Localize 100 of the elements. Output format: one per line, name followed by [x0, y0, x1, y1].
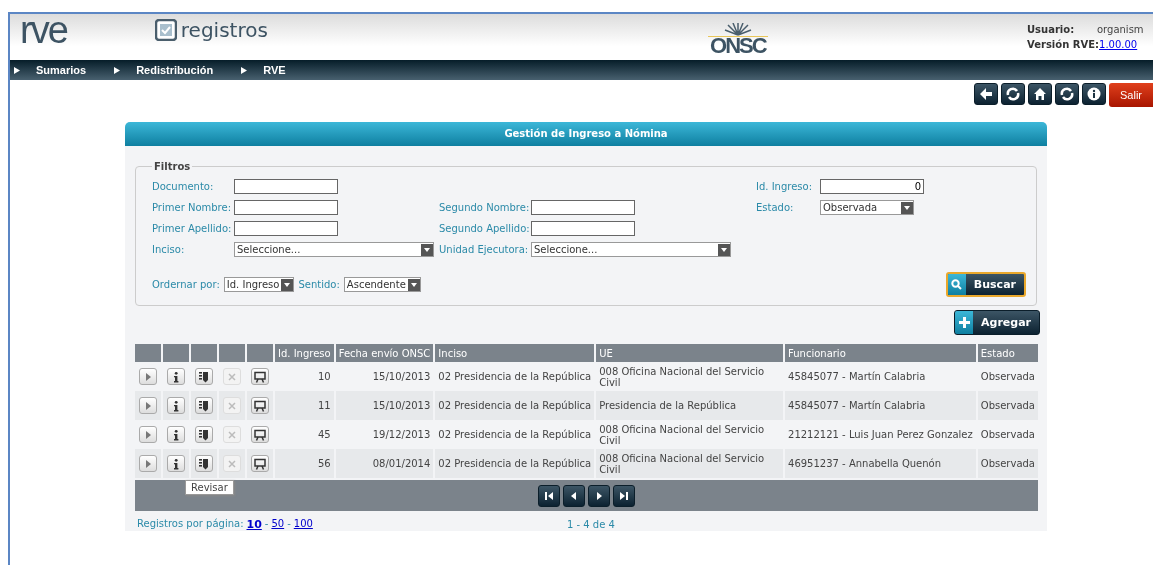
table-cell: 02 Presidencia de la República: [435, 391, 595, 420]
table-cell: Observada: [977, 391, 1038, 420]
search-button[interactable]: Buscar: [945, 272, 1026, 297]
info-button[interactable]: [167, 426, 185, 443]
input-field[interactable]: [234, 221, 338, 236]
panel-title: Gestión de Ingreso a Nómina: [125, 122, 1047, 146]
refresh-button[interactable]: [1001, 83, 1025, 105]
table-cell: 15/10/2013: [335, 391, 434, 420]
field-label: Sentido:: [298, 279, 340, 290]
close-icon: [226, 399, 238, 412]
home-icon: [1033, 87, 1047, 101]
column-header[interactable]: UE: [596, 344, 783, 362]
rve-logo: rve: [20, 11, 67, 49]
previous-page-button[interactable]: [563, 484, 585, 507]
sun-icon: [707, 23, 768, 37]
select-field[interactable]: Seleccione...: [531, 242, 731, 257]
input-field[interactable]: [234, 179, 338, 194]
select-field[interactable]: Seleccione...: [234, 242, 434, 257]
present-button[interactable]: [251, 426, 269, 443]
home-button[interactable]: [1028, 83, 1052, 105]
separator: -: [264, 518, 269, 531]
dropdown-icon: [718, 243, 730, 256]
column-header[interactable]: Inciso: [435, 344, 595, 362]
review-button[interactable]: [195, 426, 213, 443]
select-field[interactable]: Id. Ingreso: [223, 277, 295, 292]
version-label: Versión RVE:: [1027, 39, 1100, 50]
list-icon: [198, 457, 210, 470]
close-icon: [226, 457, 238, 470]
column-header[interactable]: Estado: [977, 344, 1038, 362]
play-button[interactable]: [139, 368, 157, 385]
field-label: Documento:: [152, 181, 215, 192]
user-label: Usuario:: [1027, 24, 1076, 35]
select-field[interactable]: Observada: [820, 200, 914, 215]
input-field[interactable]: 0: [820, 179, 924, 194]
field-label: Primer Apellido:: [152, 223, 233, 234]
input-field[interactable]: [531, 221, 635, 236]
table-cell: 08/01/2014: [335, 449, 434, 478]
dropdown-icon: [901, 201, 913, 214]
info-button[interactable]: [1082, 83, 1106, 105]
present-button[interactable]: [251, 455, 269, 472]
present-button[interactable]: [251, 397, 269, 414]
column-header[interactable]: Id. Ingreso: [275, 344, 334, 362]
field-label: Segundo Apellido:: [439, 223, 531, 234]
play-button[interactable]: [139, 455, 157, 472]
user-name: organism: [1097, 24, 1144, 35]
field-label: Inciso:: [152, 244, 186, 255]
select-field[interactable]: Ascendente: [343, 277, 421, 292]
nav-item[interactable]: RVE: [241, 64, 286, 76]
dropdown-icon: [281, 278, 294, 291]
table-cell: 02 Presidencia de la República: [435, 449, 595, 478]
next-icon: [594, 490, 604, 501]
easel-icon: [254, 370, 266, 383]
nav-item[interactable]: Redistribución: [114, 64, 214, 76]
easel-icon: [254, 428, 266, 441]
info-button[interactable]: [167, 397, 185, 414]
close-icon: [226, 428, 238, 441]
exit-button[interactable]: Salir: [1109, 83, 1153, 107]
table-cell: 46951237 - Annabella Quenón: [785, 449, 976, 478]
back-button[interactable]: [974, 83, 998, 105]
first-page-button[interactable]: [538, 484, 560, 507]
field-label: Unidad Ejecutora:: [439, 244, 530, 255]
dropdown-icon: [407, 278, 420, 291]
filters-legend: Filtros: [152, 161, 193, 172]
org-logo: ONSC: [710, 33, 766, 59]
review-button[interactable]: [195, 455, 213, 472]
review-button[interactable]: [195, 397, 213, 414]
next-page-button[interactable]: [588, 484, 610, 507]
column-header[interactable]: Fecha envío ONSC: [335, 344, 434, 362]
present-button[interactable]: [251, 368, 269, 385]
list-icon: [198, 428, 210, 441]
table-cell: 008 Oficina Nacional del Servicio Civil: [596, 449, 783, 478]
back-icon: [979, 87, 993, 101]
info-button[interactable]: [167, 368, 185, 385]
per-page-link[interactable]: 10: [246, 518, 262, 531]
nav-item[interactable]: Sumarios: [14, 64, 87, 76]
add-button[interactable]: Agregar: [954, 310, 1040, 335]
prev-icon: [569, 490, 579, 501]
easel-icon: [254, 399, 266, 412]
play-button[interactable]: [139, 426, 157, 443]
list-icon: [198, 399, 210, 412]
field-label: Primer Nombre:: [152, 202, 233, 213]
column-header[interactable]: Funcionario: [785, 344, 976, 362]
triangle-icon: [241, 66, 248, 74]
search-icon: [951, 279, 963, 290]
table-cell: 11: [275, 391, 334, 420]
input-field[interactable]: [234, 200, 338, 215]
play-button[interactable]: [139, 397, 157, 414]
input-field[interactable]: [531, 200, 635, 215]
per-page-link[interactable]: 100: [293, 518, 313, 531]
review-button[interactable]: [195, 368, 213, 385]
info-button[interactable]: [167, 455, 185, 472]
per-page-link[interactable]: 50: [271, 518, 285, 531]
version-link[interactable]: 1.00.00: [1099, 39, 1138, 50]
dropdown-icon: [421, 243, 433, 256]
refresh-button[interactable]: [1055, 83, 1079, 105]
table-cell: Observada: [977, 449, 1038, 478]
last-page-button[interactable]: [613, 484, 635, 507]
refresh-icon: [1060, 87, 1074, 101]
triangle-icon: [14, 66, 20, 74]
table-cell: 56: [275, 449, 334, 478]
